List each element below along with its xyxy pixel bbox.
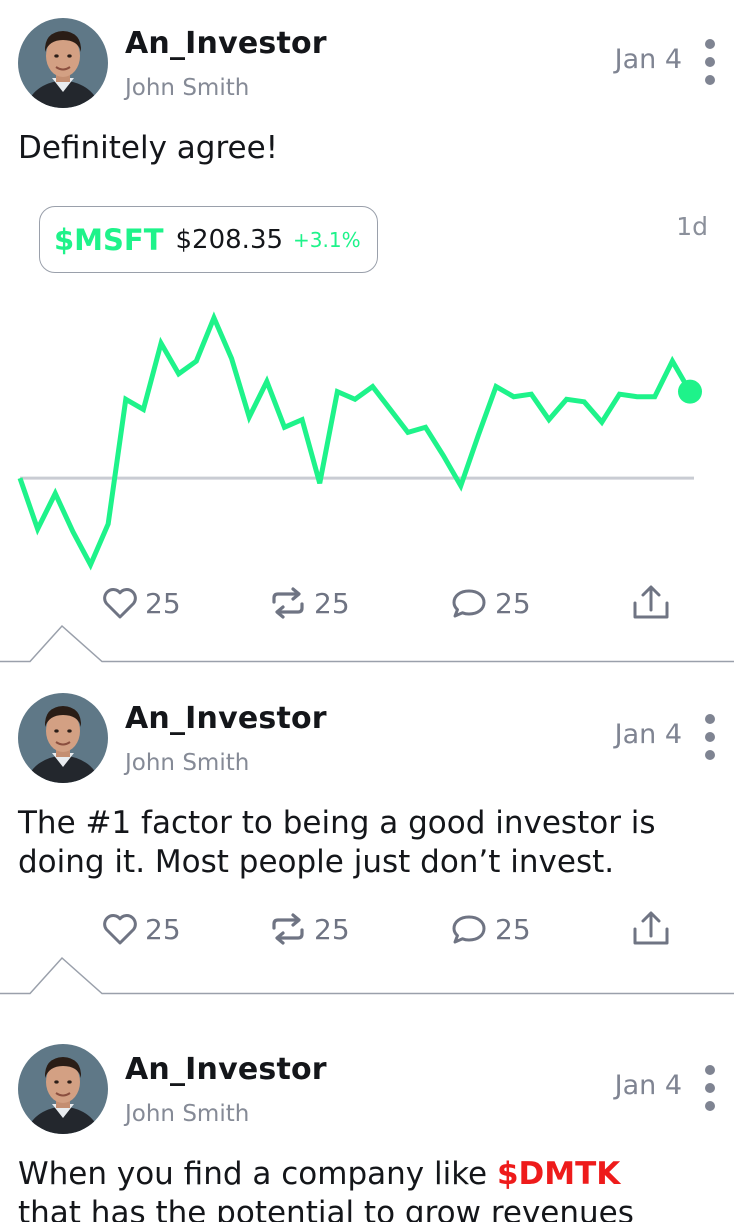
like-button[interactable]: 25 bbox=[101, 904, 181, 954]
feed: An_Investor John Smith Jan 4 Definitely … bbox=[0, 0, 734, 1222]
repost-icon bbox=[272, 913, 304, 945]
repost-button[interactable]: 25 bbox=[268, 578, 350, 628]
username[interactable]: An_Investor bbox=[125, 26, 327, 61]
heart-icon bbox=[103, 914, 137, 945]
more-options-button[interactable] bbox=[700, 37, 720, 89]
post-date: Jan 4 bbox=[614, 719, 682, 750]
repost-button[interactable]: 25 bbox=[268, 904, 350, 954]
ticker-price: $208.35 bbox=[175, 224, 284, 255]
share-icon bbox=[633, 911, 669, 945]
share-button[interactable] bbox=[630, 578, 672, 628]
post-actions: 25 25 25 bbox=[0, 578, 734, 628]
user-avatar-photo bbox=[18, 1044, 108, 1134]
comment-bubble-icon bbox=[452, 915, 486, 944]
comment-button[interactable]: 25 bbox=[449, 904, 531, 954]
like-count: 25 bbox=[145, 586, 181, 620]
more-options-button[interactable] bbox=[700, 712, 720, 764]
heart-icon bbox=[103, 588, 137, 619]
avatar[interactable] bbox=[18, 18, 108, 108]
comment-count: 25 bbox=[495, 912, 531, 946]
post-text-part: that has the potential to grow revenues bbox=[18, 1195, 634, 1222]
username[interactable]: An_Investor bbox=[125, 701, 327, 736]
like-count: 25 bbox=[145, 912, 181, 946]
share-icon bbox=[633, 585, 669, 619]
post-card[interactable]: An_Investor John Smith Jan 4 When you fi… bbox=[0, 1026, 734, 1222]
chart-period[interactable]: 1d bbox=[676, 212, 708, 241]
post-actions: 25 25 25 bbox=[0, 904, 734, 954]
ticker-mention-link[interactable]: $DMTK bbox=[497, 1156, 620, 1192]
display-name: John Smith bbox=[125, 1101, 250, 1127]
post-text: The #1 factor to being a good investor i… bbox=[18, 805, 656, 880]
thread-divider bbox=[0, 956, 734, 995]
display-name: John Smith bbox=[125, 75, 250, 101]
avatar[interactable] bbox=[18, 693, 108, 783]
username[interactable]: An_Investor bbox=[125, 1052, 327, 1087]
like-button[interactable]: 25 bbox=[101, 578, 181, 628]
post-text: When you find a company like $DMTK that … bbox=[18, 1155, 678, 1222]
vertical-ellipsis-icon bbox=[705, 1065, 715, 1075]
post-date: Jan 4 bbox=[614, 1070, 682, 1101]
repost-icon bbox=[272, 587, 304, 619]
chart-last-point bbox=[678, 379, 702, 404]
price-chart bbox=[17, 311, 702, 571]
avatar[interactable] bbox=[18, 1044, 108, 1134]
user-avatar-photo bbox=[18, 18, 108, 108]
ticker-pill[interactable]: $MSFT $208.35 +3.1% bbox=[39, 206, 378, 273]
user-avatar-photo bbox=[18, 693, 108, 783]
thread-divider bbox=[0, 624, 734, 663]
repost-count: 25 bbox=[314, 912, 350, 946]
post-card[interactable]: An_Investor John Smith Jan 4 Definitely … bbox=[0, 0, 734, 662]
ticker-symbol: $MSFT bbox=[54, 222, 164, 257]
vertical-ellipsis-icon bbox=[705, 714, 715, 724]
repost-count: 25 bbox=[314, 586, 350, 620]
display-name: John Smith bbox=[125, 750, 250, 776]
vertical-ellipsis-icon bbox=[705, 39, 715, 49]
comment-button[interactable]: 25 bbox=[449, 578, 531, 628]
post-date: Jan 4 bbox=[614, 44, 682, 75]
chart-series-line bbox=[17, 311, 693, 571]
comment-bubble-icon bbox=[452, 589, 486, 618]
post-text: Definitely agree! bbox=[18, 130, 279, 166]
post-text-part: When you find a company like bbox=[18, 1156, 497, 1192]
post-card[interactable]: An_Investor John Smith Jan 4 The #1 fact… bbox=[0, 675, 734, 995]
comment-count: 25 bbox=[495, 586, 531, 620]
share-button[interactable] bbox=[630, 904, 672, 954]
ticker-change: +3.1% bbox=[293, 227, 361, 252]
more-options-button[interactable] bbox=[700, 1063, 720, 1115]
